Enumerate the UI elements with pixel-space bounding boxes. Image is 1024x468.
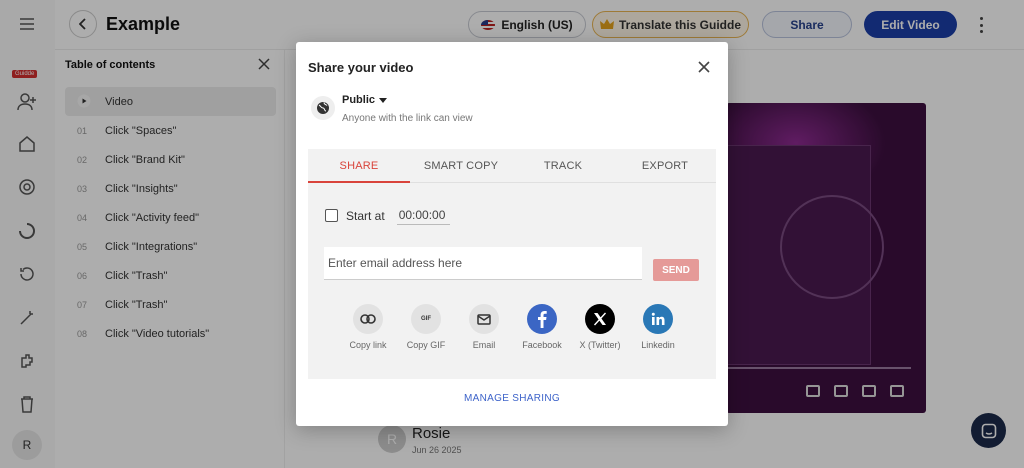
share-option-label: X (Twitter): [579, 340, 621, 350]
linkedin-option[interactable]: Linkedin: [629, 304, 687, 350]
gif-icon: GIF: [411, 304, 441, 334]
share-option-label: Copy link: [349, 340, 387, 350]
copy-link-option[interactable]: Copy link: [339, 304, 397, 350]
email-field[interactable]: [324, 247, 642, 280]
facebook-icon: [527, 304, 557, 334]
facebook-option[interactable]: Facebook: [513, 304, 571, 350]
tab-smart-copy[interactable]: SMART COPY: [410, 149, 512, 182]
gif-glyph: GIF: [421, 316, 431, 322]
x-icon: [585, 304, 615, 334]
visibility-dropdown[interactable]: Public: [342, 94, 388, 106]
start-at-checkbox[interactable]: [325, 209, 338, 222]
tab-export[interactable]: EXPORT: [614, 149, 716, 182]
share-dialog: Share your video Public Anyone with the …: [296, 42, 728, 426]
share-option-label: Facebook: [522, 340, 562, 350]
tab-track[interactable]: TRACK: [512, 149, 614, 182]
manage-sharing-link[interactable]: MANAGE SHARING: [296, 393, 728, 404]
email-option[interactable]: Email: [455, 304, 513, 350]
send-button[interactable]: SEND: [653, 259, 699, 281]
copy-gif-option[interactable]: GIF Copy GIF: [397, 304, 455, 350]
share-option-label: Copy GIF: [406, 340, 446, 350]
close-icon[interactable]: [697, 60, 711, 74]
share-option-label: Linkedin: [641, 340, 675, 350]
email-icon: [469, 304, 499, 334]
share-options: Copy link GIF Copy GIF Email Facebook X …: [339, 304, 687, 350]
dialog-title: Share your video: [308, 60, 414, 75]
globe-icon: [311, 96, 335, 120]
start-at-row: Start at: [325, 206, 450, 225]
share-panel: SHARE SMART COPY TRACK EXPORT Start at S…: [308, 149, 716, 379]
linkedin-icon: [643, 304, 673, 334]
start-at-label: Start at: [346, 208, 385, 223]
visibility-value: Public: [342, 94, 376, 106]
share-option-label: Email: [472, 340, 496, 350]
link-icon: [353, 304, 383, 334]
start-time-field[interactable]: [396, 206, 450, 225]
share-tabs: SHARE SMART COPY TRACK EXPORT: [308, 149, 716, 183]
tab-share[interactable]: SHARE: [308, 149, 410, 183]
caret-down-icon: [379, 97, 388, 103]
visibility-hint: Anyone with the link can view: [342, 113, 473, 124]
x-twitter-option[interactable]: X (Twitter): [571, 304, 629, 350]
